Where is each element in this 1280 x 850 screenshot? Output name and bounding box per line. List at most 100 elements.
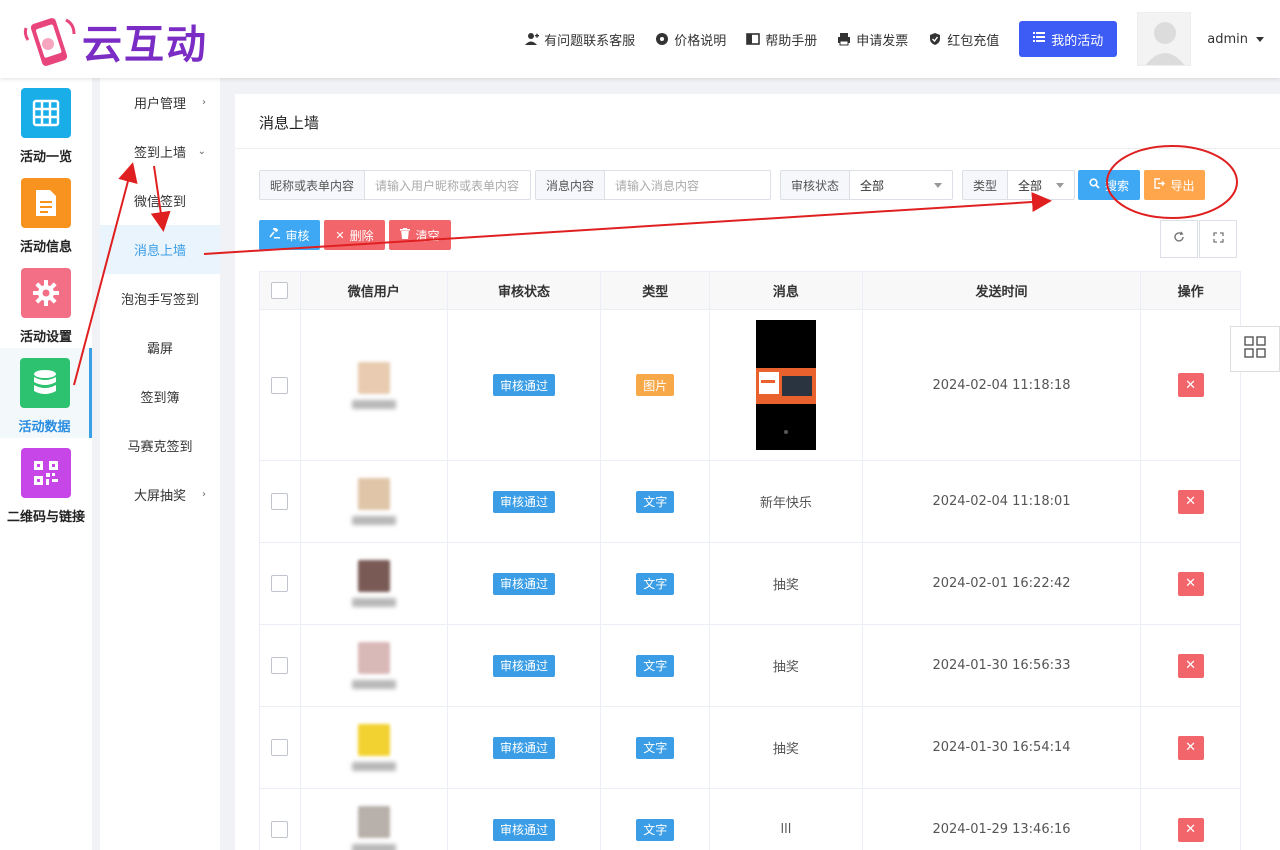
sub-item-checkin-wall[interactable]: 签到上墙 ⌄: [100, 127, 220, 176]
delete-button[interactable]: ✕ 删除: [324, 220, 385, 250]
type-badge: 文字: [636, 490, 675, 513]
trash-icon: [400, 228, 411, 242]
row-delete-button[interactable]: ✕: [1177, 571, 1204, 596]
type-cell: 图片: [601, 310, 711, 460]
qrcode-icon: [1244, 336, 1266, 362]
row-delete-button[interactable]: ✕: [1177, 653, 1204, 678]
search-button[interactable]: 搜索: [1078, 170, 1140, 200]
nav-activity-settings[interactable]: 活动设置: [0, 258, 92, 348]
message-cell: 新年快乐: [710, 461, 863, 542]
nav-label: 活动设置: [19, 330, 72, 345]
nav-activity-data[interactable]: 活动数据: [0, 348, 92, 438]
row-checkbox[interactable]: [271, 657, 289, 674]
user-avatar: [357, 642, 390, 674]
table-row: 审核通过 文字 抽奖 2024-02-01 16:22:42 ✕: [260, 543, 1240, 625]
sub-item-dominate-screen[interactable]: 霸屏: [100, 323, 220, 372]
time-cell: 2024-01-30 16:56:33: [863, 625, 1142, 706]
sub-item-screen-lottery[interactable]: 大屏抽奖 ›: [100, 470, 220, 519]
type-badge: 文字: [636, 736, 675, 759]
logo[interactable]: 云互动: [22, 12, 208, 70]
invoice-link[interactable]: 申请发票: [837, 30, 908, 49]
row-checkbox[interactable]: [271, 376, 289, 394]
table-row: 审核通过 文字 新年快乐 2024-02-04 11:18:01 ✕: [260, 461, 1240, 543]
printer-icon: [837, 32, 851, 46]
floating-qrcode-button[interactable]: [1230, 326, 1280, 372]
select-all-cell: [260, 272, 301, 309]
type-badge: 文字: [636, 818, 675, 841]
username: admin: [1207, 31, 1248, 47]
action-cell: ✕: [1141, 707, 1240, 788]
action-cell: ✕: [1141, 625, 1240, 706]
col-header-actions: 操作: [1177, 285, 1204, 300]
time-cell: 2024-01-29 13:46:16: [863, 789, 1142, 850]
user-name-blurred: [351, 598, 396, 607]
gavel-icon: [269, 226, 281, 242]
sub-item-message-wall[interactable]: 消息上墙: [100, 225, 220, 274]
status-select[interactable]: 全部: [850, 171, 952, 199]
status-filter: 审核状态 全部: [780, 170, 953, 200]
status-badge: 审核通过: [492, 374, 555, 396]
sub-item-guestbook[interactable]: 签到簿: [100, 372, 220, 421]
row-select-cell: [260, 707, 301, 788]
sub-item-label: 签到上墙: [133, 146, 186, 161]
nickname-input[interactable]: 请输入用户昵称或表单内容: [365, 171, 529, 199]
user-avatar: [357, 361, 390, 394]
sub-item-bubble-signature[interactable]: 泡泡手写签到: [100, 274, 220, 323]
type-select[interactable]: 全部: [1008, 171, 1074, 199]
document-icon: [21, 178, 71, 228]
nav-qrcode-links[interactable]: 二维码与链接: [0, 438, 92, 528]
sub-item-user-management[interactable]: 用户管理 ›: [100, 78, 220, 127]
message-image[interactable]: [755, 320, 816, 450]
icon-sidebar: 活动一览 活动信息 活动设置 活动数据 二维码与链接: [0, 78, 92, 850]
redpacket-recharge-link[interactable]: 红包充值: [928, 30, 999, 49]
message-cell: 抽奖: [710, 625, 863, 706]
user-menu[interactable]: admin: [1207, 32, 1264, 47]
sub-item-mosaic-checkin[interactable]: 马赛克签到: [100, 421, 220, 470]
col-header-message: 消息: [710, 272, 863, 309]
row-checkbox[interactable]: [271, 739, 289, 756]
row-delete-button[interactable]: ✕: [1177, 735, 1204, 760]
type-filter: 类型 全部: [962, 170, 1075, 200]
row-checkbox[interactable]: [271, 821, 289, 838]
my-activity-button[interactable]: 我的活动: [1019, 21, 1118, 57]
fullscreen-button[interactable]: [1199, 220, 1237, 258]
pricing-link[interactable]: 价格说明: [655, 30, 726, 49]
time-cell: 2024-02-04 11:18:01: [863, 461, 1142, 542]
nav-activity-info[interactable]: 活动信息: [0, 168, 92, 258]
sub-item-wechat-checkin[interactable]: 微信签到: [100, 176, 220, 225]
user-cell: [301, 789, 448, 850]
approve-button[interactable]: 审核: [259, 220, 320, 250]
message-cell: 抽奖: [710, 707, 863, 788]
nav-activity-overview[interactable]: 活动一览: [0, 78, 92, 168]
row-delete-button[interactable]: ✕: [1177, 489, 1204, 514]
select-all-checkbox[interactable]: [271, 282, 289, 299]
row-checkbox[interactable]: [271, 493, 289, 510]
help-manual-link[interactable]: 帮助手册: [746, 30, 817, 49]
book-icon: [746, 32, 761, 46]
export-button[interactable]: 导出: [1144, 170, 1205, 200]
sub-item-label: 大屏抽奖: [133, 489, 186, 504]
contact-support-link[interactable]: 有问题联系客服: [525, 30, 635, 49]
col-header-time: 发送时间: [863, 272, 1142, 309]
status-badge: 审核通过: [492, 654, 555, 677]
row-select-cell: [260, 461, 301, 542]
status-badge: 审核通过: [492, 818, 555, 841]
table-row: 审核通过 文字 lll 2024-01-29 13:46:16 ✕: [260, 789, 1240, 850]
row-checkbox[interactable]: [271, 575, 289, 592]
clear-button[interactable]: 清空: [389, 220, 451, 250]
type-cell: 文字: [601, 625, 711, 706]
fullscreen-icon: [1212, 231, 1224, 247]
caret-down-icon: [934, 182, 942, 188]
avatar[interactable]: [1137, 12, 1192, 66]
approve-label: 审核: [285, 228, 310, 243]
row-delete-button[interactable]: ✕: [1177, 373, 1204, 397]
col-header-user: 微信用户: [301, 272, 448, 309]
time-cell: 2024-02-01 16:22:42: [863, 543, 1142, 624]
refresh-button[interactable]: [1160, 220, 1198, 258]
content-input[interactable]: 请输入消息内容: [605, 171, 709, 199]
row-select-cell: [260, 310, 301, 460]
table-row: 审核通过 图片 2024-02-04 11:18:18 ✕: [260, 310, 1240, 461]
row-delete-button[interactable]: ✕: [1177, 817, 1204, 842]
phone-logo-icon: [22, 14, 78, 68]
time-cell: 2024-01-30 16:54:14: [863, 707, 1142, 788]
